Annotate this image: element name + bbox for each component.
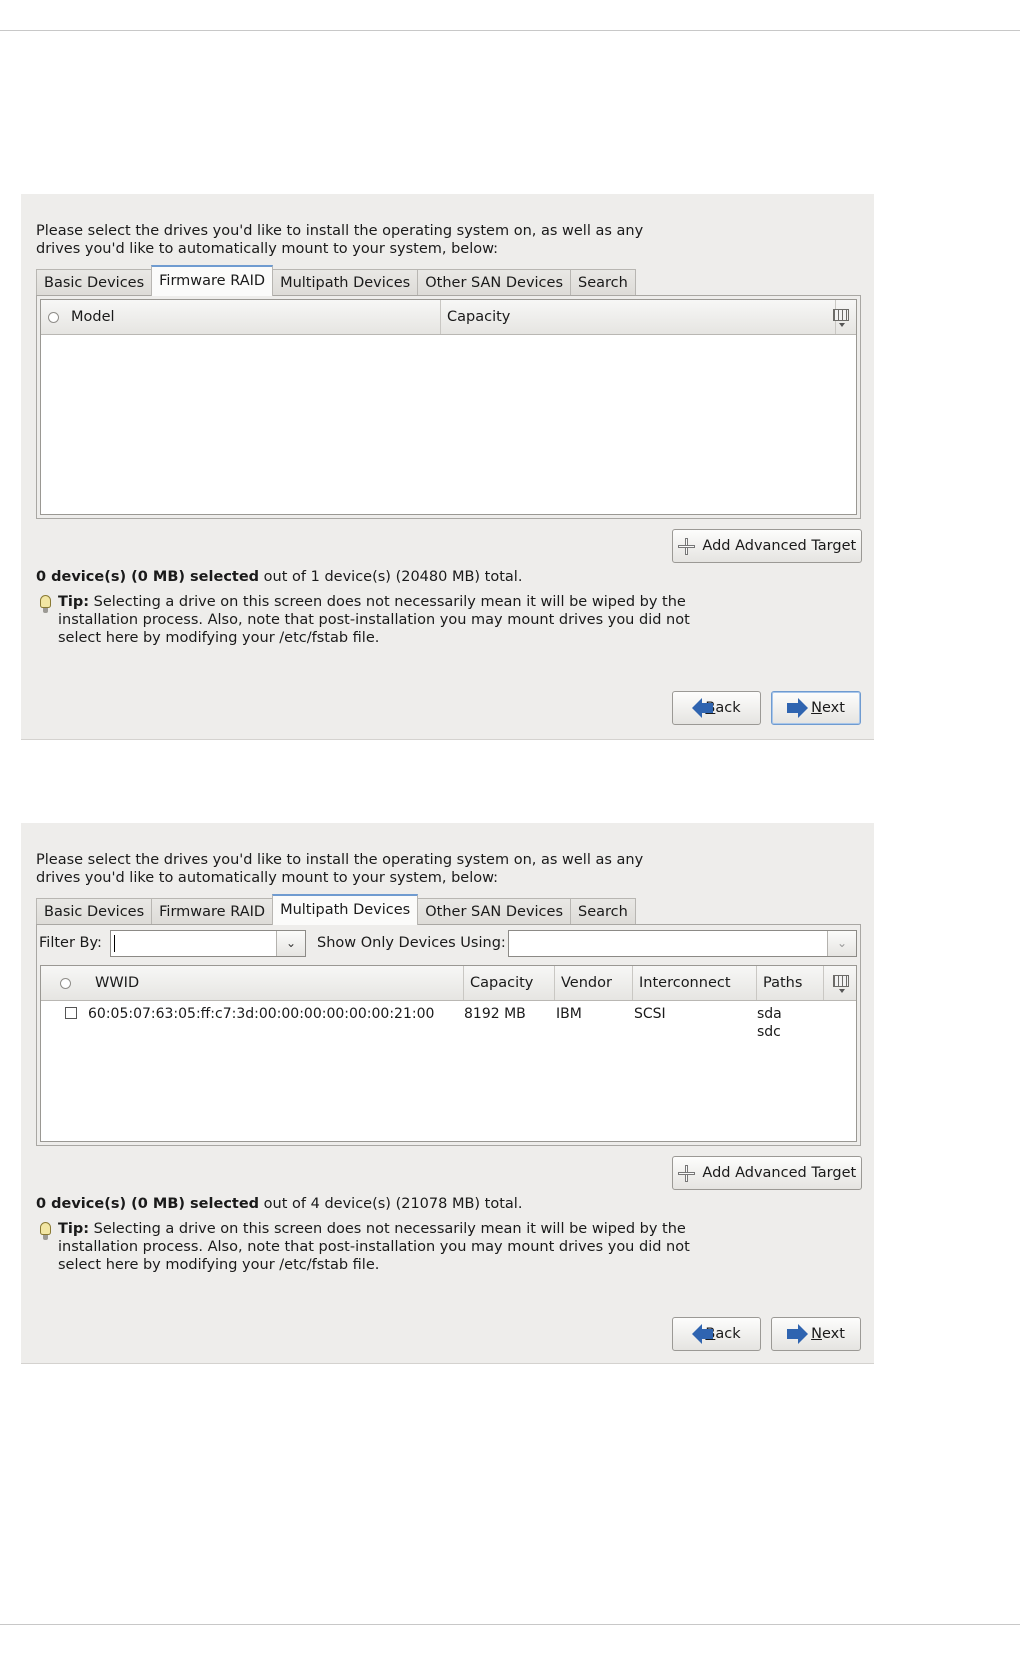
- chevron-down-icon[interactable]: ⌄: [276, 931, 305, 956]
- select-all-column[interactable]: [41, 300, 65, 334]
- tip-label: Tip:: [58, 1221, 90, 1237]
- path-1: sda: [757, 1006, 782, 1022]
- add-advanced-target-button[interactable]: Add Advanced Target: [672, 529, 862, 563]
- cell-capacity: 8192 MB: [464, 1006, 526, 1022]
- tip-block: Tip: Selecting a drive on this screen do…: [36, 1220, 716, 1274]
- tip-line-2: installation process. Also, note that po…: [58, 1239, 690, 1255]
- selected-count: 0 device(s) (0 MB) selected: [36, 1196, 260, 1212]
- tab-search[interactable]: Search: [570, 898, 636, 925]
- tip-block: Tip: Selecting a drive on this screen do…: [36, 593, 716, 647]
- storage-devices-panel-firmware-raid: Please select the drives you'd like to i…: [21, 194, 874, 740]
- selection-summary: 0 device(s) (0 MB) selected out of 1 dev…: [36, 569, 522, 585]
- next-button[interactable]: Next: [771, 1317, 861, 1351]
- tip-label: Tip:: [58, 594, 90, 610]
- device-tabs: Basic Devices Firmware RAID Multipath De…: [36, 265, 636, 296]
- arrow-right-icon: [787, 698, 809, 718]
- show-only-devices-combo[interactable]: ⌄: [508, 930, 857, 957]
- back-button[interactable]: Back: [672, 1317, 761, 1351]
- column-header-capacity[interactable]: Capacity: [441, 300, 836, 334]
- tip-line-1: Selecting a drive on this screen does no…: [93, 1221, 686, 1237]
- back-label: ack: [715, 700, 741, 716]
- plus-icon: [677, 537, 695, 555]
- filter-by-label: Filter By:: [39, 935, 102, 951]
- total-count: out of 1 device(s) (20480 MB) total.: [259, 569, 523, 585]
- next-mnemonic: N: [811, 700, 822, 716]
- text-cursor: [114, 935, 115, 952]
- arrow-left-icon: [692, 698, 714, 718]
- device-list[interactable]: WWID Capacity Vendor Interconnect Paths …: [40, 965, 857, 1142]
- add-advanced-target-label: Add Advanced Target: [702, 1165, 857, 1181]
- tip-line-2: installation process. Also, note that po…: [58, 612, 690, 628]
- filter-bar: Filter By: ⌄ Show Only Devices Using: ⌄: [39, 928, 857, 959]
- radio-icon[interactable]: [59, 977, 71, 989]
- column-chooser-icon[interactable]: [833, 309, 849, 327]
- back-label: ack: [715, 1326, 741, 1342]
- column-header-interconnect[interactable]: Interconnect: [633, 966, 757, 1000]
- column-header-vendor[interactable]: Vendor: [555, 966, 633, 1000]
- intro-line-1: Please select the drives you'd like to i…: [36, 223, 644, 239]
- tab-basic-devices[interactable]: Basic Devices: [36, 898, 153, 925]
- list-header: WWID Capacity Vendor Interconnect Paths: [41, 966, 856, 1001]
- device-list[interactable]: Model Capacity: [40, 299, 857, 515]
- tip-line-3: select here by modifying your /etc/fstab…: [58, 630, 380, 646]
- intro-line-2: drives you'd like to automatically mount…: [36, 870, 499, 886]
- storage-devices-panel-multipath: Please select the drives you'd like to i…: [21, 823, 874, 1364]
- chevron-down-icon[interactable]: ⌄: [827, 931, 856, 956]
- tab-other-san-devices[interactable]: Other SAN Devices: [417, 269, 572, 296]
- cell-wwid: 60:05:07:63:05:ff:c7:3d:00:00:00:00:00:0…: [88, 1006, 435, 1022]
- column-header-paths[interactable]: Paths: [757, 966, 824, 1000]
- tab-other-san-devices[interactable]: Other SAN Devices: [417, 898, 572, 925]
- intro-text: Please select the drives you'd like to i…: [36, 851, 643, 887]
- next-label: ext: [821, 1326, 845, 1342]
- tab-content-frame: Filter By: ⌄ Show Only Devices Using: ⌄ …: [36, 924, 861, 1146]
- tab-content-frame: Model Capacity: [36, 295, 861, 519]
- cell-paths: sda sdc: [757, 1005, 782, 1041]
- tab-basic-devices[interactable]: Basic Devices: [36, 269, 153, 296]
- arrow-right-icon: [787, 1324, 809, 1344]
- cell-vendor: IBM: [556, 1006, 582, 1022]
- plus-icon: [677, 1164, 695, 1182]
- column-header-wwid[interactable]: WWID: [89, 966, 464, 1000]
- path-2: sdc: [757, 1024, 781, 1040]
- column-header-model[interactable]: Model: [65, 300, 441, 334]
- select-all-column[interactable]: [41, 966, 89, 1000]
- intro-line-2: drives you'd like to automatically mount…: [36, 241, 499, 257]
- tab-multipath-devices[interactable]: Multipath Devices: [272, 894, 419, 925]
- tip-line-1: Selecting a drive on this screen does no…: [93, 594, 686, 610]
- tab-multipath-devices[interactable]: Multipath Devices: [272, 269, 419, 296]
- row-checkbox[interactable]: [65, 1007, 77, 1019]
- intro-line-1: Please select the drives you'd like to i…: [36, 852, 644, 868]
- lightbulb-icon: [40, 1222, 51, 1240]
- selection-summary: 0 device(s) (0 MB) selected out of 4 dev…: [36, 1196, 522, 1212]
- device-tabs: Basic Devices Firmware RAID Multipath De…: [36, 894, 636, 925]
- table-row[interactable]: 60:05:07:63:05:ff:c7:3d:00:00:00:00:00:0…: [41, 1001, 856, 1041]
- add-advanced-target-label: Add Advanced Target: [702, 538, 857, 554]
- arrow-left-icon: [692, 1324, 714, 1344]
- next-button[interactable]: Next: [771, 691, 861, 725]
- column-header-capacity[interactable]: Capacity: [464, 966, 555, 1000]
- column-chooser-icon[interactable]: [833, 975, 849, 993]
- back-button[interactable]: Back: [672, 691, 761, 725]
- next-mnemonic: N: [811, 1326, 822, 1342]
- bottom-rule: [0, 1624, 1020, 1625]
- next-label: ext: [821, 700, 845, 716]
- cell-interconnect: SCSI: [634, 1006, 666, 1022]
- radio-icon[interactable]: [47, 311, 59, 323]
- tab-search[interactable]: Search: [570, 269, 636, 296]
- selected-count: 0 device(s) (0 MB) selected: [36, 569, 260, 585]
- list-header: Model Capacity: [41, 300, 856, 335]
- lightbulb-icon: [40, 595, 51, 613]
- add-advanced-target-button[interactable]: Add Advanced Target: [672, 1156, 862, 1190]
- intro-text: Please select the drives you'd like to i…: [36, 222, 643, 258]
- total-count: out of 4 device(s) (21078 MB) total.: [259, 1196, 523, 1212]
- tip-line-3: select here by modifying your /etc/fstab…: [58, 1257, 380, 1273]
- top-rule: [0, 30, 1020, 31]
- tab-firmware-raid[interactable]: Firmware RAID: [151, 898, 274, 925]
- filter-by-combo[interactable]: ⌄: [110, 930, 306, 957]
- tab-firmware-raid[interactable]: Firmware RAID: [151, 265, 274, 296]
- show-only-devices-label: Show Only Devices Using:: [317, 935, 506, 951]
